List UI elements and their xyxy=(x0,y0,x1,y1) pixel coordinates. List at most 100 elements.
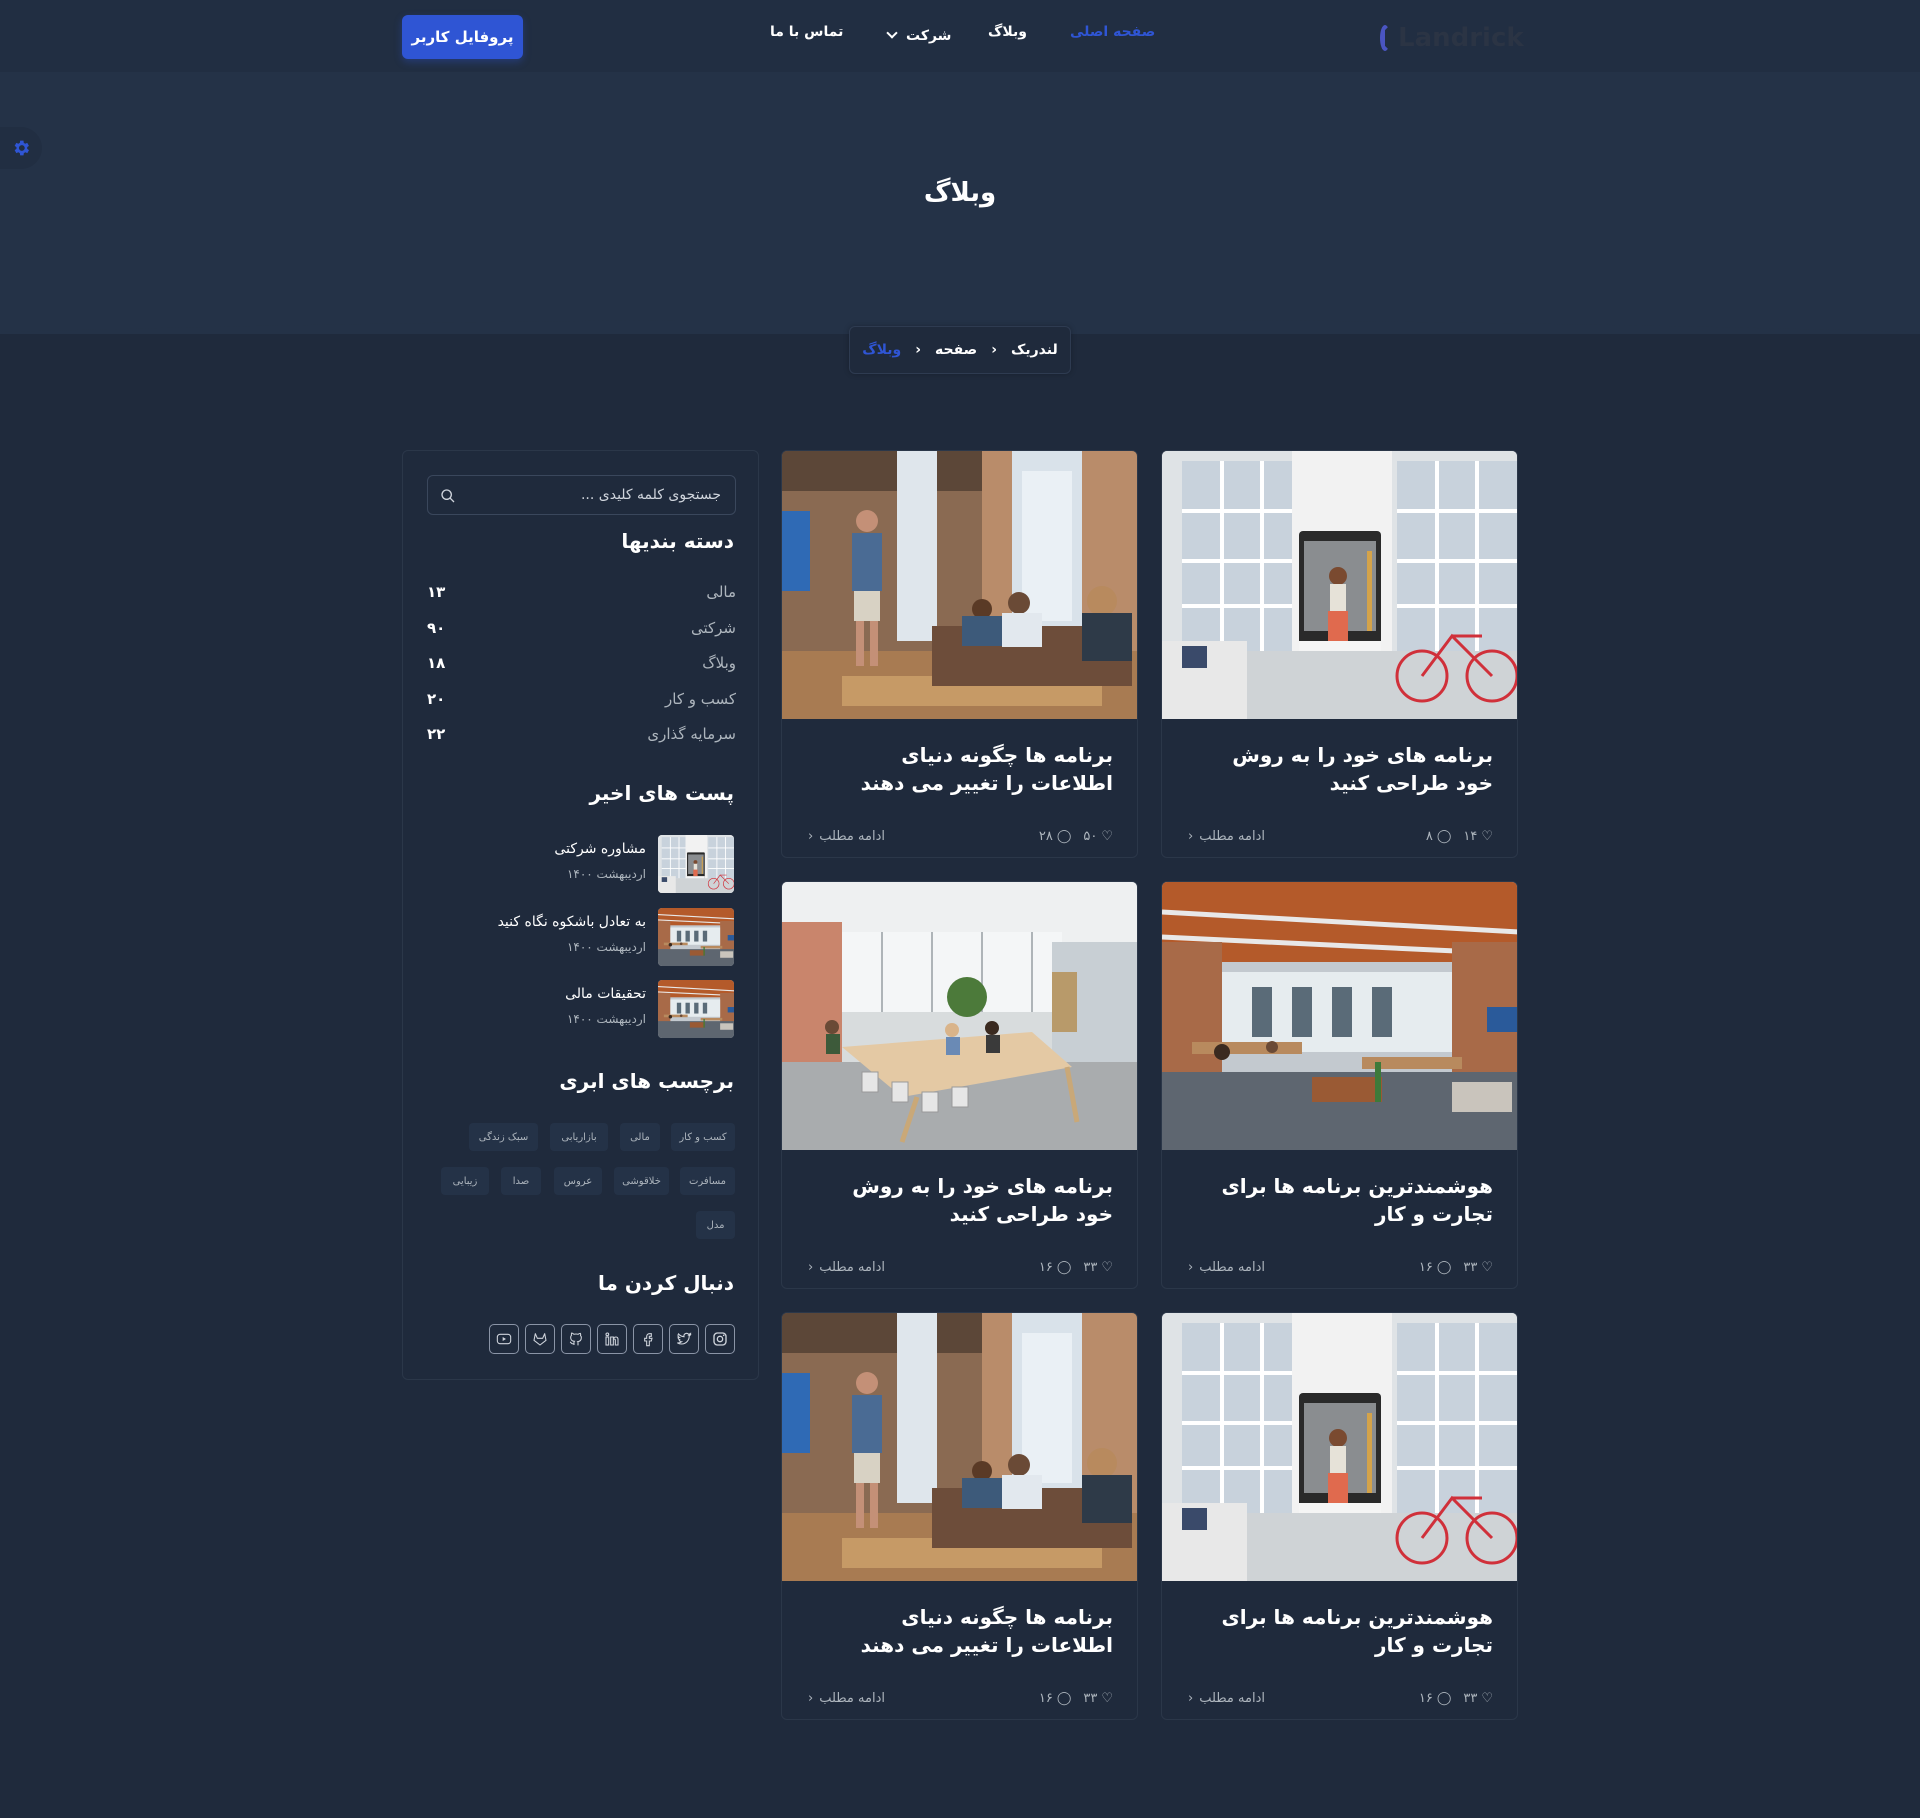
recent-post-item[interactable]: مشاوره شرکتی اردیبهشت ۱۴۰۰ xyxy=(434,835,734,893)
heart-icon: ♡ xyxy=(1481,829,1493,844)
category-item[interactable]: سرمایه گذاری ۲۲ xyxy=(427,725,736,743)
recent-post-title[interactable]: تحقیقات مالی xyxy=(565,986,646,1002)
nav-contact[interactable]: تماس با ما xyxy=(770,24,843,48)
logo[interactable]: Landrick xyxy=(1380,18,1524,58)
blog-card-title[interactable]: برنامه ها چگونه دنیای اطلاعات را تغییر م… xyxy=(813,1603,1113,1659)
comment-icon: ◯ xyxy=(1436,1691,1452,1706)
comments-count[interactable]: ◯ ۱۶ xyxy=(1419,1691,1452,1706)
recent-post-thumbnail[interactable] xyxy=(658,908,734,966)
nav-blog[interactable]: وبلاگ xyxy=(988,24,1027,48)
blog-card[interactable]: هوشمندترین برنامه ها برای تجارت و کار ♡ ۳… xyxy=(1161,1312,1518,1720)
read-more-link[interactable]: ادامه مطلب ‹ xyxy=(1188,1691,1265,1706)
comments-count[interactable]: ◯ ۱۶ xyxy=(1039,1691,1072,1706)
category-count: ۲۰ xyxy=(427,690,446,708)
comment-icon: ◯ xyxy=(1436,1260,1452,1275)
tag-item[interactable]: سبک زندگی xyxy=(469,1123,538,1151)
instagram-icon[interactable] xyxy=(705,1324,735,1354)
blog-card[interactable]: برنامه ها چگونه دنیای اطلاعات را تغییر م… xyxy=(781,450,1138,858)
comments-count[interactable]: ◯ ۲۸ xyxy=(1039,829,1072,844)
linkedin-icon[interactable] xyxy=(597,1324,627,1354)
likes-count[interactable]: ♡ ۳۳ xyxy=(1463,1691,1493,1706)
blog-card-image[interactable] xyxy=(1162,1313,1518,1581)
comments-count[interactable]: ◯ ۸ xyxy=(1426,829,1452,844)
comments-count[interactable]: ◯ ۱۶ xyxy=(1039,1260,1072,1275)
read-more-link[interactable]: ادامه مطلب ‹ xyxy=(808,1260,885,1275)
blog-card[interactable]: برنامه های خود را به روش خود طراحی کنید … xyxy=(781,881,1138,1289)
breadcrumb: لندریک ‹ صفحه ‹ وبلاگ xyxy=(849,326,1071,374)
youtube-icon[interactable] xyxy=(489,1324,519,1354)
likes-count[interactable]: ♡ ۵۰ xyxy=(1083,829,1113,844)
blog-card-title[interactable]: برنامه های خود را به روش خود طراحی کنید xyxy=(1193,741,1493,797)
search-input[interactable]: جستجوی کلمه کلیدی ... xyxy=(427,475,736,515)
sidebar: جستجوی کلمه کلیدی ... دسته بندیها مالی ۱۳… xyxy=(402,450,759,1380)
likes-count[interactable]: ♡ ۳۳ xyxy=(1083,1260,1113,1275)
blog-card-image[interactable] xyxy=(1162,882,1518,1150)
blog-card-meta: ♡ ۳۳ ◯ ۱۶ xyxy=(1419,1691,1493,1706)
category-item[interactable]: شرکتی ۹۰ xyxy=(427,619,736,637)
tag-item[interactable]: زیبایی xyxy=(441,1167,489,1195)
tag-item[interactable]: خلاقوشی xyxy=(614,1167,669,1195)
blog-card-image[interactable] xyxy=(782,451,1138,719)
category-item[interactable]: مالی ۱۳ xyxy=(427,583,736,601)
comments-count[interactable]: ◯ ۱۶ xyxy=(1419,1260,1452,1275)
blog-card-title[interactable]: هوشمندترین برنامه ها برای تجارت و کار xyxy=(1193,1603,1493,1659)
profile-button[interactable]: پروفایل کاربر xyxy=(402,15,523,59)
settings-toggle[interactable] xyxy=(0,127,42,169)
tag-item[interactable]: مالی xyxy=(620,1123,660,1151)
recent-post-title[interactable]: به تعادل باشکوه نگاه کنید xyxy=(498,914,646,930)
read-more-link[interactable]: ادامه مطلب ‹ xyxy=(808,1691,885,1706)
recent-post-thumbnail[interactable] xyxy=(658,835,734,893)
recent-post-thumbnail[interactable] xyxy=(658,980,734,1038)
blog-card-image[interactable] xyxy=(782,882,1138,1150)
blog-card-image[interactable] xyxy=(782,1313,1138,1581)
category-name: وبلاگ xyxy=(702,654,736,672)
comment-icon: ◯ xyxy=(1436,829,1452,844)
category-item[interactable]: وبلاگ ۱۸ xyxy=(427,654,736,672)
gitlab-icon[interactable] xyxy=(525,1324,555,1354)
blog-card[interactable]: هوشمندترین برنامه ها برای تجارت و کار ♡ ۳… xyxy=(1161,881,1518,1289)
read-more-link[interactable]: ادامه مطلب ‹ xyxy=(1188,1260,1265,1275)
likes-count[interactable]: ♡ ۱۴ xyxy=(1463,829,1493,844)
likes-value: ۵۰ xyxy=(1083,829,1098,844)
recent-post-date: اردیبهشت ۱۴۰۰ xyxy=(566,940,646,954)
comment-icon: ◯ xyxy=(1056,1260,1072,1275)
search-icon[interactable] xyxy=(440,488,456,504)
read-more-label: ادامه مطلب xyxy=(1199,829,1265,844)
tags-heading: برچسب های ابری xyxy=(559,1069,734,1093)
tag-item[interactable]: بازاریابی xyxy=(550,1123,608,1151)
recent-post-item[interactable]: به تعادل باشکوه نگاه کنید اردیبهشت ۱۴۰۰ xyxy=(434,908,734,966)
read-more-link[interactable]: ادامه مطلب ‹ xyxy=(1188,829,1265,844)
blog-card-title[interactable]: هوشمندترین برنامه ها برای تجارت و کار xyxy=(1193,1172,1493,1228)
chevron-down-icon xyxy=(886,27,898,39)
comments-value: ۱۶ xyxy=(1418,1260,1433,1275)
breadcrumb-item-page[interactable]: صفحه xyxy=(935,342,977,358)
recent-post-title[interactable]: مشاوره شرکتی xyxy=(554,841,646,857)
category-item[interactable]: کسب و کار ۲۰ xyxy=(427,690,736,708)
blog-card[interactable]: برنامه های خود را به روش خود طراحی کنید … xyxy=(1161,450,1518,858)
github-icon[interactable] xyxy=(561,1324,591,1354)
gear-icon xyxy=(14,140,29,156)
blog-card-title[interactable]: برنامه ها چگونه دنیای اطلاعات را تغییر م… xyxy=(813,741,1113,797)
chevron-icon: ‹ xyxy=(915,342,922,358)
breadcrumb-item-home[interactable]: لندریک xyxy=(1011,342,1058,358)
facebook-icon[interactable] xyxy=(633,1324,663,1354)
blog-card[interactable]: برنامه ها چگونه دنیای اطلاعات را تغییر م… xyxy=(781,1312,1138,1720)
nav-company[interactable]: شرکت xyxy=(882,24,951,48)
read-more-link[interactable]: ادامه مطلب ‹ xyxy=(808,829,885,844)
twitter-icon[interactable] xyxy=(669,1324,699,1354)
nav-home[interactable]: صفحه اصلی xyxy=(1070,24,1155,48)
tag-item[interactable]: مدل xyxy=(696,1211,735,1239)
tag-item[interactable]: عروس xyxy=(554,1167,602,1195)
likes-value: ۱۴ xyxy=(1463,829,1478,844)
tag-item[interactable]: کسب و کار xyxy=(671,1123,735,1151)
navbar: Landrick صفحه اصلی وبلاگ شرکت تماس با ما… xyxy=(0,0,1920,72)
blog-card-title[interactable]: برنامه های خود را به روش خود طراحی کنید xyxy=(813,1172,1113,1228)
recent-post-item[interactable]: تحقیقات مالی اردیبهشت ۱۴۰۰ xyxy=(434,980,734,1038)
tag-item[interactable]: صدا xyxy=(501,1167,541,1195)
likes-count[interactable]: ♡ ۳۳ xyxy=(1463,1260,1493,1275)
likes-count[interactable]: ♡ ۳۳ xyxy=(1083,1691,1113,1706)
blog-card-meta: ♡ ۳۳ ◯ ۱۶ xyxy=(1039,1691,1113,1706)
chevron-left-icon: ‹ xyxy=(1188,1691,1194,1706)
tag-item[interactable]: مسافرت xyxy=(680,1167,735,1195)
blog-card-image[interactable] xyxy=(1162,451,1518,719)
